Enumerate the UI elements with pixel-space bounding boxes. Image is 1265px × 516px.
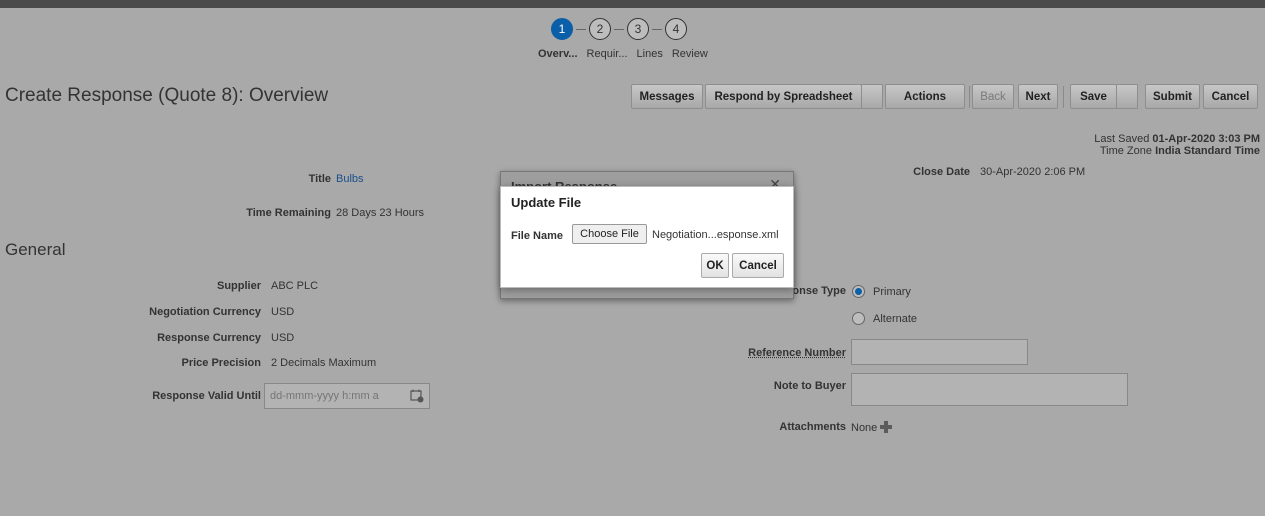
next-button[interactable]: Next [1018,84,1058,109]
process-train: 1 2 3 4 [551,18,687,40]
response-valid-until-label: Response Valid Until [152,390,261,402]
train-connector [576,28,586,30]
time-remaining-label: Time Remaining [246,207,331,219]
close-date-value: 30-Apr-2020 2:06 PM [980,166,1086,178]
negotiation-currency-value: USD [271,306,295,318]
last-saved-info: Last Saved 01-Apr-2020 3:03 PM Time Zone… [1094,133,1260,157]
response-valid-until-input[interactable] [264,383,430,409]
train-connector [652,28,662,30]
add-attachment-icon[interactable] [880,421,893,433]
last-saved-label: Last Saved [1094,133,1150,145]
update-file-title: Update File [511,195,582,210]
page-title: Create Response (Quote 8): Overview [5,85,329,106]
response-type-label: onse Type [792,285,846,297]
title-value[interactable]: Bulbs [336,173,364,185]
calendar-icon[interactable] [410,389,424,403]
response-currency-label: Response Currency [157,332,261,344]
attachments-none-text: None [851,422,878,434]
attachments-value: None [851,421,893,434]
train-label-requirements[interactable]: Requir... [587,48,628,60]
toolbar-separator [1063,86,1064,108]
train-step-2[interactable]: 2 [589,18,611,40]
train-label-overview[interactable]: Overv... [538,48,578,60]
submit-button[interactable]: Submit [1145,84,1200,109]
train-step-1[interactable]: 1 [551,18,573,40]
close-date-label: Close Date [913,166,970,178]
time-zone-label: Time Zone [1099,145,1152,157]
price-precision-value: 2 Decimals Maximum [271,357,377,369]
train-connector [614,28,624,30]
supplier-label: Supplier [216,280,261,292]
update-file-dialog: Update File File Name Choose File Negoti… [500,186,794,288]
response-type-primary-radio[interactable] [852,285,865,298]
time-remaining-value: 28 Days 23 Hours [336,207,425,219]
messages-button[interactable]: Messages [631,84,703,109]
price-precision-label: Price Precision [181,357,262,369]
train-label-lines[interactable]: Lines [637,48,663,60]
supplier-value: ABC PLC [271,280,319,292]
note-to-buyer-textarea[interactable] [851,373,1128,406]
reference-number-label: Reference Number [748,347,846,359]
reference-number-input[interactable] [851,339,1028,365]
time-zone-value: India Standard Time [1155,145,1260,157]
negotiation-currency-label: Negotiation Currency [149,306,261,318]
note-to-buyer-label: Note to Buyer [773,380,846,392]
file-name-value: Negotiation...esponse.xml [652,229,779,241]
attachments-label: Attachments [779,421,846,433]
dialog-cancel-button[interactable]: Cancel [732,253,784,278]
train-step-3[interactable]: 3 [627,18,649,40]
response-currency-value: USD [271,332,295,344]
ok-button[interactable]: OK [701,253,729,278]
respond-by-spreadsheet-dropdown[interactable] [861,84,883,109]
train-labels: Overv... Requir... Lines Review [538,48,717,60]
file-name-label: File Name [511,230,563,242]
train-label-review[interactable]: Review [672,48,708,60]
title-label: Title [308,173,331,185]
save-dropdown[interactable] [1116,84,1138,109]
choose-file-button[interactable]: Choose File [572,224,647,244]
actions-button[interactable]: Actions [885,84,965,109]
cancel-button[interactable]: Cancel [1203,84,1258,109]
section-title-general: General [5,240,66,259]
response-type-alternate-label: Alternate [873,313,918,325]
respond-by-spreadsheet-button[interactable]: Respond by Spreadsheet [705,84,862,109]
toolbar-separator [969,86,970,108]
top-bar [0,0,1265,8]
last-saved-value: 01-Apr-2020 3:03 PM [1152,133,1260,145]
response-type-primary-label: Primary [873,286,911,298]
train-step-4[interactable]: 4 [665,18,687,40]
back-button[interactable]: Back [972,84,1014,109]
response-type-alternate-radio[interactable] [852,312,865,325]
save-button[interactable]: Save [1070,84,1117,109]
